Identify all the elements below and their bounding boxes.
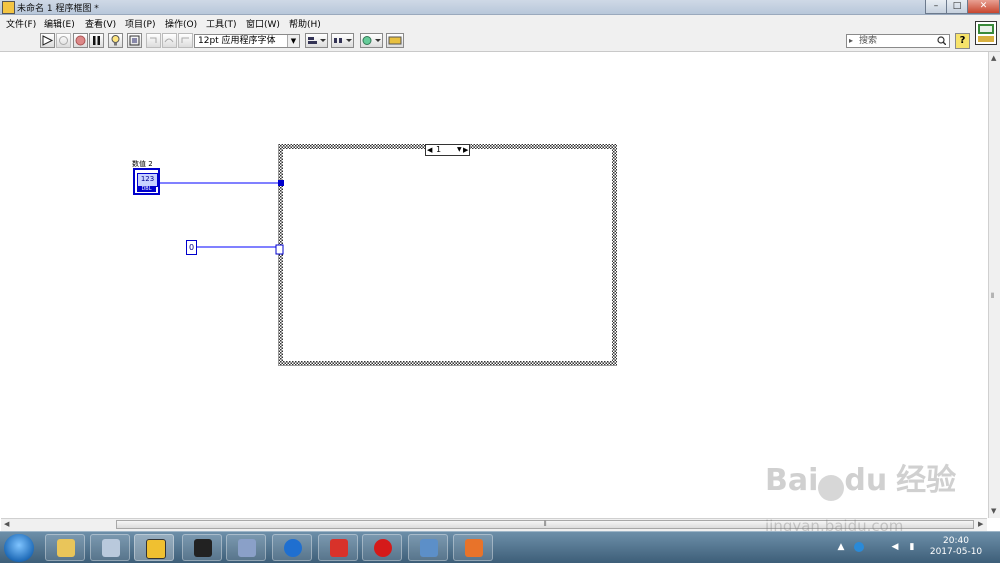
menu-window[interactable]: 窗口(W) <box>246 17 280 30</box>
clock-time: 20:40 <box>943 536 969 546</box>
taskbar-serial-port[interactable] <box>226 534 266 561</box>
numeric-control-terminal[interactable]: 123 DBL <box>133 168 160 195</box>
align-objects-icon[interactable] <box>305 33 328 48</box>
clock[interactable]: 20:40 2017-05-10 <box>928 536 984 558</box>
paw-icon <box>818 474 845 501</box>
numeric-terminal-type: DBL <box>137 186 156 192</box>
step-out-icon[interactable] <box>178 33 193 48</box>
vertical-scroll-grip[interactable]: ⦀ <box>991 292 994 301</box>
taskbar-swirl-app[interactable] <box>318 534 358 561</box>
scroll-left-icon[interactable]: ◀ <box>4 520 9 528</box>
font-select-value: 12pt 应用程序字体 <box>198 36 276 46</box>
title-bar: 未命名 1 程序框图 * – □ ✕ <box>0 0 1000 15</box>
numeric-terminal-value: 123 <box>137 173 158 187</box>
menu-file[interactable]: 文件(F) <box>6 17 36 30</box>
context-help-button[interactable]: ? <box>955 33 970 49</box>
window-title: 未命名 1 程序框图 * <box>17 4 99 14</box>
chip-icon <box>194 539 212 557</box>
reorder-icon[interactable] <box>360 33 383 48</box>
labview-app-icon <box>2 1 15 14</box>
case-selector-label[interactable]: ◀ 1 ▼ ▶ <box>425 144 470 156</box>
swirl-app-icon <box>330 539 348 557</box>
baidu-watermark: Bai du 经验 jingyan.baidu.com <box>765 455 957 535</box>
taskbar-teamviewer[interactable] <box>272 534 312 561</box>
step-over-icon[interactable] <box>162 33 177 48</box>
taskbar-remote-desktop[interactable] <box>408 534 448 561</box>
case-selector-value: 1 <box>436 145 442 154</box>
search-lead-icon: ▸ <box>849 36 854 45</box>
numeric-constant[interactable]: 0 <box>186 240 197 255</box>
taskbar-powerpoint[interactable] <box>453 534 493 561</box>
labview-icon <box>146 539 166 559</box>
scroll-right-icon[interactable]: ▶ <box>978 520 983 528</box>
run-arrow-icon[interactable] <box>40 33 55 48</box>
chevron-down-icon: ▼ <box>287 35 299 47</box>
vi-icon[interactable] <box>975 21 997 45</box>
search-field[interactable]: ▸ 搜索 <box>846 34 950 48</box>
tray-network-app-icon[interactable] <box>854 542 864 552</box>
watermark-logo-right: du <box>844 463 888 498</box>
block-diagram-canvas[interactable]: 数值 2 123 DBL 0 ◀ 1 ▼ ▶ <box>1 52 987 518</box>
watermark-logo-cn: 经验 <box>896 463 957 498</box>
menu-help[interactable]: 帮助(H) <box>289 17 321 30</box>
case-structure-interior[interactable] <box>283 149 612 361</box>
tray-show-hidden-icon[interactable]: ▲ <box>836 542 846 552</box>
taskbar-opera[interactable] <box>362 534 402 561</box>
highlight-execution-icon[interactable] <box>108 33 123 48</box>
menu-edit[interactable]: 编辑(E) <box>44 17 75 30</box>
search-icon[interactable] <box>937 36 946 45</box>
run-continuously-icon[interactable] <box>56 33 71 48</box>
case-decrement-icon[interactable]: ◀ <box>427 145 432 155</box>
volume-icon[interactable]: ◀ <box>890 542 900 552</box>
menu-project[interactable]: 项目(P) <box>125 17 155 30</box>
minimize-button[interactable]: – <box>925 0 947 14</box>
maximize-button[interactable]: □ <box>946 0 968 14</box>
taskbar-chip-tool[interactable] <box>182 534 222 561</box>
taskbar-labview[interactable] <box>134 534 174 561</box>
vertical-scrollbar[interactable]: ▲ ⦀ ▼ <box>988 52 1000 518</box>
scroll-down-icon[interactable]: ▼ <box>991 507 996 515</box>
clean-up-diagram-icon[interactable] <box>386 33 404 48</box>
teamviewer-icon <box>284 539 302 557</box>
wire-constant[interactable] <box>196 246 280 251</box>
search-placeholder: 搜索 <box>859 36 878 46</box>
serial-port-icon <box>238 539 256 557</box>
font-select[interactable]: 12pt 应用程序字体 ▼ <box>194 34 300 48</box>
powerpoint-icon <box>465 539 483 557</box>
menu-view[interactable]: 查看(V) <box>85 17 116 30</box>
case-dropdown-icon[interactable]: ▼ <box>457 145 462 155</box>
menu-bar: 文件(F) 编辑(E) 查看(V) 项目(P) 操作(O) 工具(T) 窗口(W… <box>0 15 1000 31</box>
retain-wire-values-icon[interactable] <box>127 33 142 48</box>
clock-date: 2017-05-10 <box>929 547 983 557</box>
calculator-icon <box>102 539 120 557</box>
input-tunnel[interactable] <box>278 180 284 186</box>
scroll-up-icon[interactable]: ▲ <box>991 54 996 62</box>
case-selector-terminal[interactable] <box>275 244 284 255</box>
pause-icon[interactable] <box>89 33 104 48</box>
remote-desktop-icon <box>420 539 438 557</box>
step-into-icon[interactable] <box>146 33 161 48</box>
watermark-logo-left: Bai <box>765 463 819 498</box>
case-increment-icon[interactable]: ▶ <box>463 145 468 155</box>
taskbar-file-explorer[interactable] <box>45 534 85 561</box>
taskbar-calculator[interactable] <box>90 534 130 561</box>
distribute-objects-icon[interactable] <box>331 33 354 48</box>
network-icon[interactable]: ▮ <box>907 542 917 552</box>
menu-operate[interactable]: 操作(O) <box>165 17 197 30</box>
menu-tools[interactable]: 工具(T) <box>206 17 237 30</box>
toolbar: 12pt 应用程序字体 ▼ ▸ 搜索 ? <box>0 31 1000 52</box>
start-button[interactable] <box>4 534 34 562</box>
folder-icon <box>57 539 75 557</box>
abort-icon[interactable] <box>73 33 88 48</box>
diagram-wiring <box>159 144 617 366</box>
taskbar: ▲ ◀ ▮ 20:40 2017-05-10 <box>0 531 1000 563</box>
opera-icon <box>374 539 392 557</box>
close-button[interactable]: ✕ <box>967 0 1000 14</box>
